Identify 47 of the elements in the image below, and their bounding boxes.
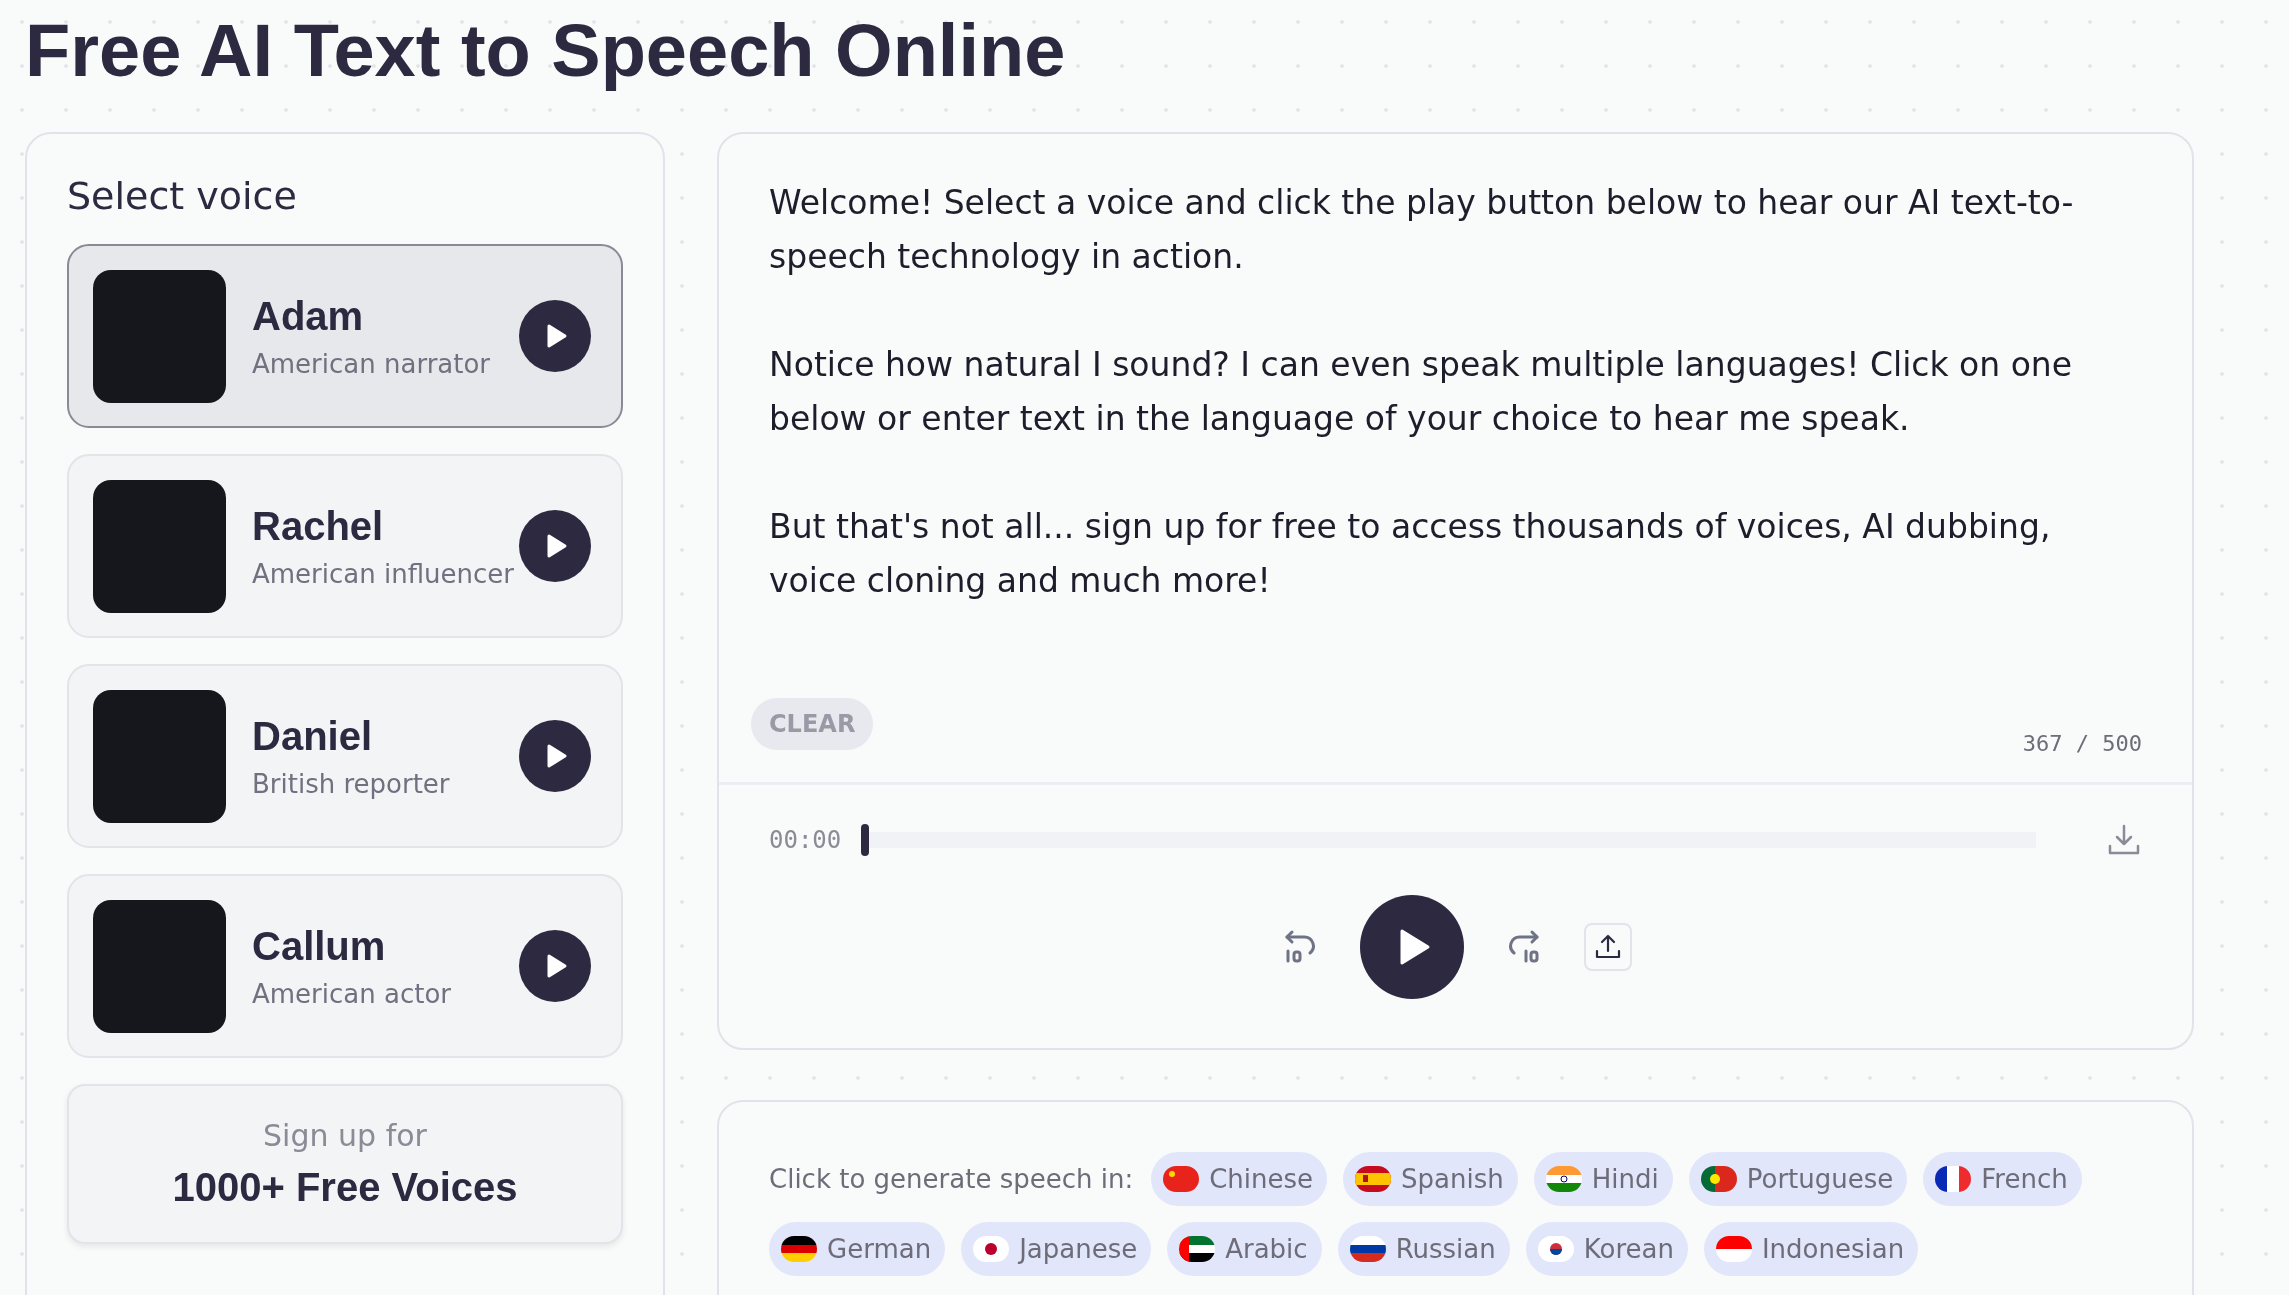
- flag-icon: [1355, 1166, 1392, 1192]
- flag-icon: [1935, 1166, 1972, 1192]
- panel-heading: Select voice: [67, 174, 297, 218]
- share-button[interactable]: [1583, 923, 1632, 971]
- language-chip[interactable]: Arabic: [1167, 1222, 1322, 1276]
- text-input-field[interactable]: Welcome! Select a voice and click the play button below to hear our AI text-to-speech technology in action. Notice how natural I sound? I can even speak multiple languages! Click on one below or enter text in the language of your choice to hear me speak. But that's not all... sign up for free to access thousands of voices, AI dubbing, voice cloning and much more!: [719, 134, 2192, 690]
- voice-description: American influencer: [252, 558, 514, 589]
- flag-icon: [973, 1236, 1010, 1262]
- language-chip[interactable]: Hindi: [1533, 1152, 1673, 1206]
- voice-name: Rachel: [252, 503, 384, 549]
- language-chip[interactable]: German: [769, 1222, 946, 1276]
- language-chip[interactable]: Spanish: [1343, 1152, 1518, 1206]
- flag-icon: [1349, 1236, 1386, 1262]
- voice-name: Daniel: [252, 713, 373, 759]
- signup-button[interactable]: Sign up for 1000+ Free Voices: [67, 1084, 623, 1244]
- voice-card[interactable]: Callum American actor: [67, 874, 623, 1058]
- clear-button[interactable]: CLEAR: [751, 698, 874, 750]
- voice-description: American actor: [252, 978, 451, 1009]
- language-chip[interactable]: French: [1923, 1152, 2082, 1206]
- voice-description: American narrator: [252, 348, 491, 379]
- language-chip[interactable]: Russian: [1337, 1222, 1510, 1276]
- flag-icon: [1715, 1236, 1752, 1262]
- voice-card[interactable]: Daniel British reporter: [67, 664, 623, 848]
- language-chip[interactable]: Korean: [1525, 1222, 1688, 1276]
- voice-description: British reporter: [252, 768, 450, 799]
- time-label: 00:00: [769, 826, 842, 854]
- flag-icon: [1700, 1166, 1737, 1192]
- language-chip[interactable]: Chinese: [1151, 1152, 1328, 1206]
- flag-icon: [1179, 1236, 1216, 1262]
- flag-icon: [781, 1236, 817, 1262]
- flag-icon: [1537, 1236, 1574, 1262]
- voice-card[interactable]: Adam American narrator: [67, 244, 623, 428]
- signup-text: Sign up for: [263, 1118, 427, 1153]
- voice-name: Adam: [252, 293, 364, 339]
- page-title: Free AI Text to Speech Online: [25, 8, 1067, 94]
- character-count: 367 / 500: [2022, 731, 2142, 756]
- language-chip[interactable]: Japanese: [961, 1222, 1152, 1276]
- signup-headline: 1000+ Free Voices: [172, 1165, 518, 1210]
- voice-card[interactable]: Rachel American influencer: [67, 454, 623, 638]
- upload-icon: [1593, 933, 1622, 961]
- flag-icon: [1163, 1166, 1200, 1192]
- language-prompt: Click to generate speech in:: [769, 1164, 1134, 1194]
- voice-name: Callum: [252, 923, 386, 969]
- flag-icon: [1545, 1166, 1582, 1192]
- language-chip[interactable]: Portuguese: [1688, 1152, 1908, 1206]
- language-chip[interactable]: Indonesian: [1703, 1222, 1919, 1276]
- progress-thumb[interactable]: [861, 824, 870, 856]
